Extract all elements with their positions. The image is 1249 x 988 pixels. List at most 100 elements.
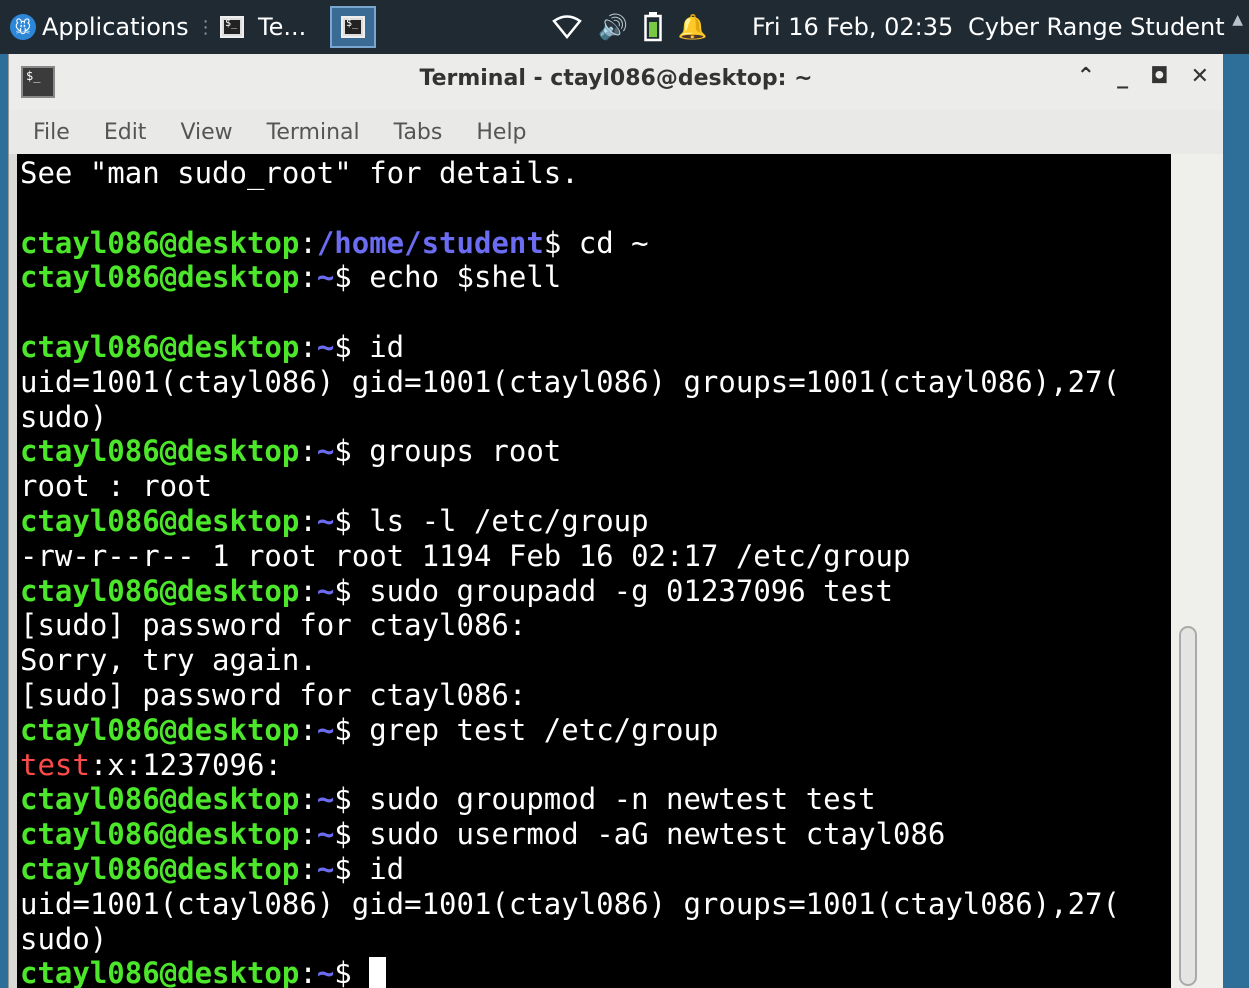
terminal-cursor: [369, 957, 387, 988]
terminal-line: ctayl086@desktop:~$ grep test /etc/group: [20, 713, 1171, 748]
xfce-logo-icon: 🐭: [10, 14, 36, 40]
window-controls: ⌃ _ ◘ ✕: [1077, 64, 1209, 89]
menu-bar: File Edit View Terminal Tabs Help: [9, 110, 1223, 154]
user-menu[interactable]: Cyber Range Student: [968, 0, 1225, 54]
terminal-text-segment: :: [299, 573, 317, 608]
window-title: Terminal - ctayl086@desktop: ~: [419, 66, 813, 91]
taskbar-item-label: Te...: [258, 13, 307, 41]
terminal-line: ctayl086@desktop:~$ id: [20, 330, 1171, 365]
prompt-path: /home/student: [316, 225, 544, 260]
close-window-icon[interactable]: ✕: [1191, 64, 1209, 89]
shade-window-icon[interactable]: ⌃: [1077, 64, 1095, 89]
terminal-icon: $_: [341, 16, 365, 38]
terminal-text-segment: -rw-r--r-- 1 root root 1194 Feb 16 02:17…: [20, 538, 911, 573]
maximize-window-icon[interactable]: ◘: [1150, 64, 1169, 89]
panel-scroll-up-icon[interactable]: ▲: [1232, 12, 1243, 28]
terminal-text-segment: $ groups root: [334, 434, 562, 469]
terminal-text-segment: test: [20, 747, 90, 782]
prompt-user: ctayl086@desktop: [20, 260, 300, 295]
prompt-path: ~: [316, 503, 335, 538]
menu-tabs[interactable]: Tabs: [394, 120, 459, 145]
terminal-line: [sudo] password for ctayl086:: [20, 608, 1171, 643]
terminal-line: ctayl086@desktop:~$ ls -l /etc/group: [20, 504, 1171, 539]
prompt-path: ~: [316, 260, 335, 295]
terminal-line: Sorry, try again.: [20, 643, 1171, 678]
battery-icon[interactable]: [644, 12, 662, 42]
prompt-path: ~: [316, 712, 335, 747]
terminal-text-segment: $ echo $shell: [334, 260, 562, 295]
menu-file[interactable]: File: [33, 120, 86, 145]
terminal-text-segment: $ grep test /etc/group: [334, 712, 719, 747]
terminal-line: ctayl086@desktop:/home/student$ cd ~: [20, 226, 1171, 261]
prompt-path: ~: [316, 782, 335, 817]
menu-help[interactable]: Help: [476, 120, 542, 145]
taskbar-item-terminal-active[interactable]: $_: [330, 6, 376, 48]
applications-label: Applications: [42, 13, 189, 41]
prompt-user: ctayl086@desktop: [20, 573, 300, 608]
terminal-text-segment: :: [299, 329, 317, 364]
terminal-text-segment: :x:1237096:: [89, 747, 282, 782]
minimize-window-icon[interactable]: _: [1117, 64, 1128, 89]
wifi-icon[interactable]: [552, 15, 582, 39]
prompt-path: ~: [316, 573, 335, 608]
terminal-text-segment: :: [299, 260, 317, 295]
prompt-path: ~: [316, 329, 335, 364]
terminal-text-segment: :: [299, 503, 317, 538]
terminal-text-segment: $ ls -l /etc/group: [334, 503, 649, 538]
terminal-line: ctayl086@desktop:~$ sudo groupadd -g 012…: [20, 574, 1171, 609]
terminal-text-segment: sudo): [20, 399, 108, 434]
terminal-line: ctayl086@desktop:~$ id: [20, 852, 1171, 887]
applications-menu[interactable]: 🐭 Applications ⋮: [10, 0, 215, 54]
terminal-text-segment: $ id: [334, 851, 405, 886]
terminal-text-segment: $ sudo groupmod -n newtest test: [334, 782, 876, 817]
terminal-text-segment: $: [334, 956, 370, 988]
terminal-line: test:x:1237096:: [20, 748, 1171, 783]
terminal-line: ctayl086@desktop:~$ sudo usermod -aG new…: [20, 817, 1171, 852]
terminal-line: ctayl086@desktop:~$ echo $shell: [20, 260, 1171, 295]
menu-view[interactable]: View: [180, 120, 248, 145]
terminal-line: See "man sudo_root" for details.: [20, 156, 1171, 191]
terminal-line: sudo): [20, 922, 1171, 957]
prompt-user: ctayl086@desktop: [20, 225, 300, 260]
terminal-text-segment: root : root: [20, 469, 213, 504]
terminal-output[interactable]: See "man sudo_root" for details. ctayl086…: [17, 154, 1171, 988]
terminal-text-segment: :: [299, 817, 317, 852]
terminal-text-segment: $ sudo groupadd -g 01237096 test: [334, 573, 893, 608]
top-panel: 🐭 Applications ⋮ $_ Te... $_ 🔊 🔔 Fri 16 …: [0, 0, 1249, 54]
prompt-user: ctayl086@desktop: [20, 851, 300, 886]
terminal-text-segment: :: [299, 712, 317, 747]
system-tray: 🔊 🔔: [552, 0, 708, 54]
prompt-path: ~: [316, 434, 335, 469]
terminal-text-segment: Sorry, try again.: [20, 643, 317, 678]
terminal-line: ctayl086@desktop:~$: [20, 956, 1171, 988]
terminal-text-segment: $ id: [334, 329, 405, 364]
terminal-text-segment: sudo): [20, 921, 108, 956]
terminal-text-segment: $ cd ~: [543, 225, 649, 260]
terminal-text-segment: :: [299, 851, 317, 886]
terminal-text-segment: [sudo] password for ctayl086:: [20, 608, 527, 643]
terminal-line: ctayl086@desktop:~$ sudo groupmod -n new…: [20, 782, 1171, 817]
prompt-user: ctayl086@desktop: [20, 782, 300, 817]
terminal-text-segment: :: [299, 956, 317, 988]
volume-icon[interactable]: 🔊: [598, 13, 628, 41]
prompt-user: ctayl086@desktop: [20, 817, 300, 852]
clock[interactable]: Fri 16 Feb, 02:35: [752, 0, 953, 54]
taskbar-item-terminal[interactable]: $_ Te...: [214, 0, 320, 54]
terminal-line: uid=1001(ctayl086) gid=1001(ctayl086) gr…: [20, 887, 1171, 922]
menu-edit[interactable]: Edit: [104, 120, 163, 145]
terminal-line: sudo): [20, 400, 1171, 435]
prompt-user: ctayl086@desktop: [20, 329, 300, 364]
terminal-line: -rw-r--r-- 1 root root 1194 Feb 16 02:17…: [20, 539, 1171, 574]
terminal-scrollbar[interactable]: [1171, 154, 1223, 988]
notification-bell-icon[interactable]: 🔔: [678, 13, 708, 41]
terminal-line: root : root: [20, 469, 1171, 504]
terminal-text-segment: See "man sudo_root" for details.: [20, 156, 579, 190]
terminal-window: $ _ Terminal - ctayl086@desktop: ~ ⌃ _ ◘ …: [8, 54, 1223, 988]
window-titlebar[interactable]: $_ Terminal - ctayl086@desktop: ~ ⌃ _ ◘ …: [9, 54, 1223, 110]
terminal-icon: $_: [220, 16, 244, 38]
menu-terminal[interactable]: Terminal: [267, 120, 376, 145]
scrollbar-thumb[interactable]: [1179, 626, 1197, 986]
terminal-text-segment: [sudo] password for ctayl086:: [20, 677, 527, 712]
